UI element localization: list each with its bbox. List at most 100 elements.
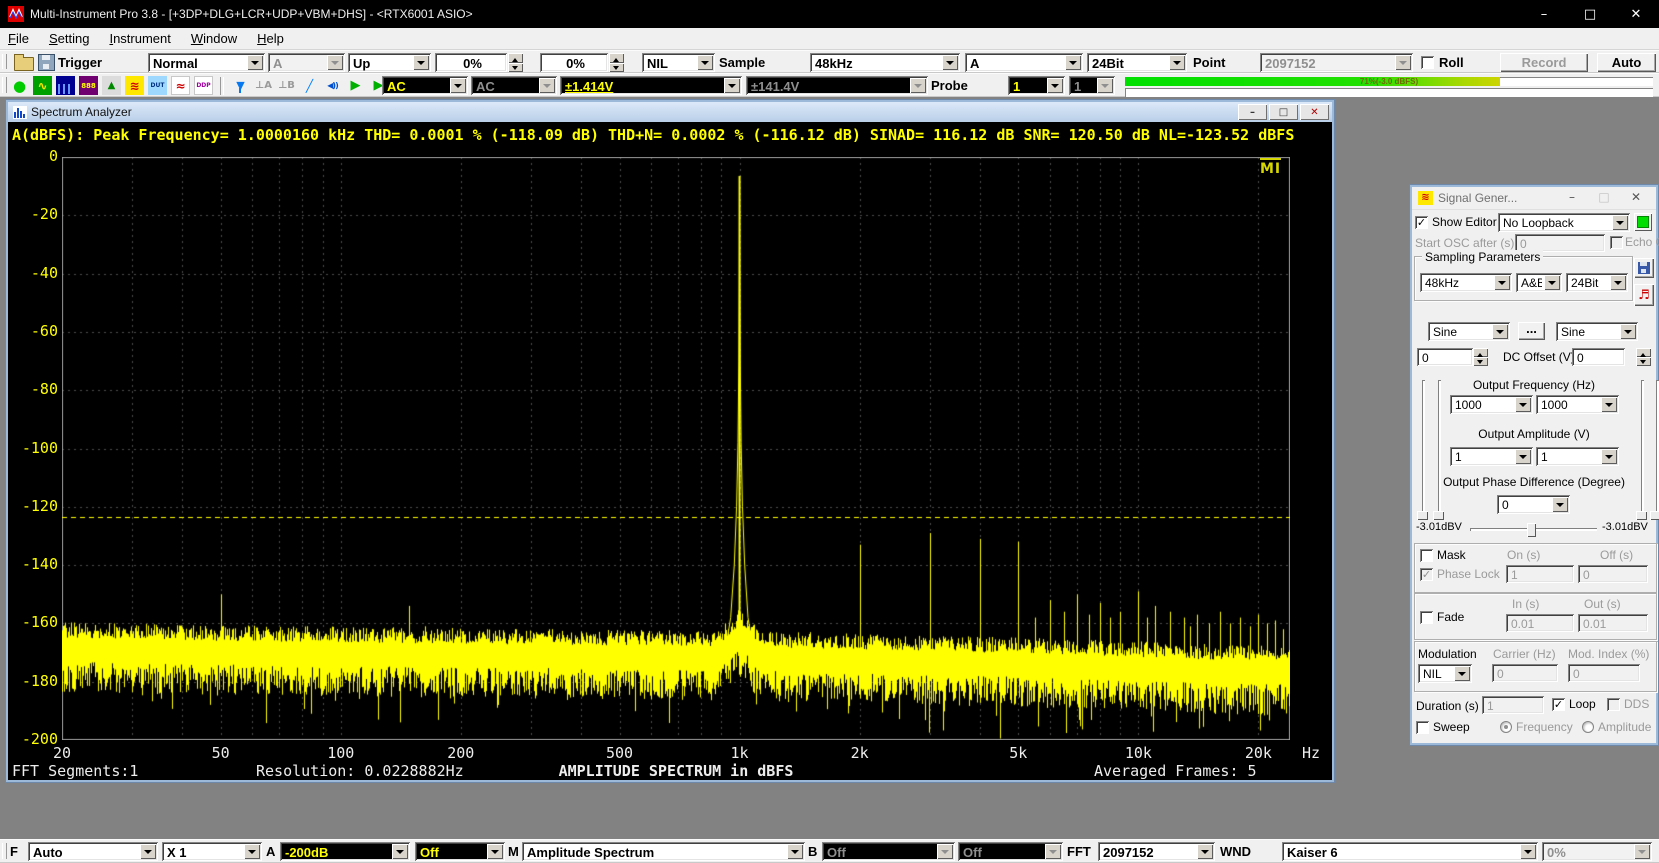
amplitude-slider-b1[interactable] bbox=[1641, 380, 1644, 520]
frequency-b-combo[interactable]: 1000 bbox=[1536, 395, 1619, 414]
probe-calibration-icon[interactable]: ╱ bbox=[300, 76, 319, 95]
chevron-down-icon[interactable] bbox=[244, 844, 260, 859]
hpf-combo[interactable]: NIL bbox=[642, 53, 715, 72]
amplitude-slider-a2[interactable] bbox=[1438, 380, 1441, 520]
dc-offset-a-field[interactable]: 0 bbox=[1417, 348, 1473, 366]
derived-data-point-icon[interactable]: ≈ bbox=[171, 76, 190, 95]
spectrum-title-bar[interactable]: Spectrum Analyzer – □ ✕ bbox=[8, 102, 1332, 122]
trigger-level-field[interactable]: 0% bbox=[435, 53, 507, 72]
dc-offset-b-field[interactable]: 0 bbox=[1572, 348, 1625, 366]
spin-down-icon[interactable] bbox=[1473, 357, 1488, 366]
chevron-down-icon[interactable] bbox=[1065, 55, 1081, 70]
chevron-down-icon[interactable] bbox=[1601, 397, 1617, 412]
spin-up-icon[interactable] bbox=[609, 53, 624, 63]
loop-checkbox[interactable] bbox=[1552, 698, 1565, 711]
more-options-button[interactable]: ... bbox=[1518, 322, 1545, 340]
slider-thumb[interactable] bbox=[1417, 511, 1428, 520]
waveform-a-combo[interactable]: Sine bbox=[1428, 322, 1510, 341]
mask-checkbox[interactable] bbox=[1420, 549, 1433, 562]
toolbar-grip[interactable] bbox=[2, 77, 7, 93]
spin-up-icon[interactable] bbox=[508, 53, 523, 63]
zoom-combo[interactable]: X 1 bbox=[162, 842, 262, 861]
chevron-down-icon[interactable] bbox=[1047, 78, 1063, 93]
chevron-down-icon[interactable] bbox=[1544, 275, 1560, 290]
chevron-down-icon[interactable] bbox=[1454, 666, 1470, 681]
menu-file[interactable]: File bbox=[8, 31, 29, 46]
toolbar-grip[interactable] bbox=[2, 54, 7, 69]
sample-rate-combo[interactable]: 48kHz bbox=[810, 53, 960, 72]
signal-generator-title-bar[interactable]: ≋ Signal Gener... – □ ✕ bbox=[1412, 187, 1656, 210]
spectrum-maximize-button[interactable]: □ bbox=[1269, 104, 1298, 120]
sweep-checkbox[interactable] bbox=[1416, 721, 1429, 734]
bit-depth-combo[interactable]: 24Bit bbox=[1087, 53, 1187, 72]
auto-button[interactable]: Auto bbox=[1597, 53, 1656, 72]
spectrum-minimize-button[interactable]: – bbox=[1238, 104, 1267, 120]
chevron-down-icon[interactable] bbox=[1515, 449, 1531, 464]
start-icon[interactable]: ▶ bbox=[346, 76, 365, 95]
chevron-down-icon[interactable] bbox=[1610, 275, 1626, 290]
chevron-down-icon[interactable] bbox=[1492, 324, 1508, 339]
spin-down-icon[interactable] bbox=[508, 63, 523, 73]
chevron-down-icon[interactable] bbox=[413, 55, 429, 70]
chevron-down-icon[interactable] bbox=[787, 844, 803, 859]
dc-offset-a-stepper[interactable] bbox=[1473, 348, 1488, 366]
oscilloscope-icon[interactable]: ∿ bbox=[33, 76, 52, 95]
range-a-combo[interactable]: ±1.414V bbox=[560, 76, 742, 95]
loopback-combo[interactable]: No Loopback bbox=[1498, 213, 1630, 232]
amplitude-b-combo[interactable]: 1 bbox=[1536, 447, 1619, 466]
gen-sample-rate-combo[interactable]: 48kHz bbox=[1420, 273, 1512, 292]
waveform-library-button[interactable]: ♬ bbox=[1634, 284, 1654, 306]
window-function-combo[interactable]: Kaiser 6 bbox=[1282, 842, 1538, 861]
chevron-down-icon[interactable] bbox=[697, 55, 713, 70]
chevron-down-icon[interactable] bbox=[1515, 397, 1531, 412]
phase-slider-thumb[interactable] bbox=[1527, 523, 1536, 537]
trigger-mode-combo[interactable]: Normal bbox=[148, 53, 265, 72]
sg-close-button[interactable]: ✕ bbox=[1627, 190, 1645, 204]
chevron-down-icon[interactable] bbox=[1620, 324, 1636, 339]
close-button[interactable]: ✕ bbox=[1613, 0, 1659, 28]
roll-checkbox[interactable] bbox=[1421, 56, 1434, 69]
maximize-button[interactable]: □ bbox=[1567, 0, 1613, 28]
phase-combo[interactable]: 0 bbox=[1497, 495, 1570, 514]
spectrum-3d-plot-icon[interactable]: ▲ bbox=[102, 76, 121, 95]
chevron-down-icon[interactable] bbox=[1601, 449, 1617, 464]
toolbar-grip[interactable] bbox=[2, 843, 7, 859]
fft-size-combo[interactable]: 2097152 bbox=[1098, 842, 1215, 861]
modulation-type-combo[interactable]: NIL bbox=[1418, 664, 1472, 683]
spin-down-icon[interactable] bbox=[609, 63, 624, 73]
menu-help[interactable]: Help bbox=[257, 31, 284, 46]
chevron-down-icon[interactable] bbox=[487, 844, 503, 859]
chevron-down-icon[interactable] bbox=[724, 78, 740, 93]
chevron-down-icon[interactable] bbox=[1169, 55, 1185, 70]
chevron-down-icon[interactable] bbox=[392, 844, 408, 859]
save-icon[interactable] bbox=[38, 54, 55, 71]
minimize-button[interactable]: – bbox=[1521, 0, 1567, 28]
freq-axis-combo[interactable]: Auto bbox=[28, 842, 158, 861]
open-file-icon[interactable] bbox=[14, 57, 34, 71]
spectrum-analyzer-icon[interactable] bbox=[56, 76, 75, 95]
device-test-plan-icon[interactable]: DUT bbox=[148, 76, 167, 95]
menu-instrument[interactable]: Instrument bbox=[109, 31, 170, 46]
slider-thumb[interactable] bbox=[1433, 511, 1444, 520]
sound-device-icon[interactable]: ◀)) bbox=[323, 76, 342, 95]
waveform-b-combo[interactable]: Sine bbox=[1556, 322, 1638, 341]
signal-generator-icon[interactable]: ≋ bbox=[125, 76, 144, 95]
chevron-down-icon[interactable] bbox=[942, 55, 958, 70]
display-mode-combo[interactable]: Amplitude Spectrum bbox=[522, 842, 805, 861]
chevron-down-icon[interactable] bbox=[1612, 215, 1628, 230]
trigger-filter-icon[interactable]: ▼ bbox=[231, 76, 250, 95]
probe-a-combo[interactable]: 1 bbox=[1008, 76, 1065, 95]
gen-channels-combo[interactable]: A&B bbox=[1516, 273, 1562, 292]
spectrum-plot-canvas[interactable] bbox=[62, 157, 1290, 740]
frequency-a-combo[interactable]: 1000 bbox=[1450, 395, 1533, 414]
save-waveform-button[interactable] bbox=[1634, 258, 1654, 278]
amplitude-slider-a1[interactable] bbox=[1422, 380, 1425, 520]
slider-thumb[interactable] bbox=[1636, 511, 1647, 520]
chevron-down-icon[interactable] bbox=[1494, 275, 1510, 290]
generator-run-button[interactable] bbox=[1634, 213, 1652, 231]
chevron-down-icon[interactable] bbox=[247, 55, 263, 70]
coupling-a-combo[interactable]: AC bbox=[382, 76, 468, 95]
spectrum-close-button[interactable]: ✕ bbox=[1300, 104, 1329, 120]
title-bar[interactable]: Multi-Instrument Pro 3.8 - [+3DP+DLG+LCR… bbox=[0, 0, 1659, 28]
a-function-combo[interactable]: Off bbox=[415, 842, 505, 861]
